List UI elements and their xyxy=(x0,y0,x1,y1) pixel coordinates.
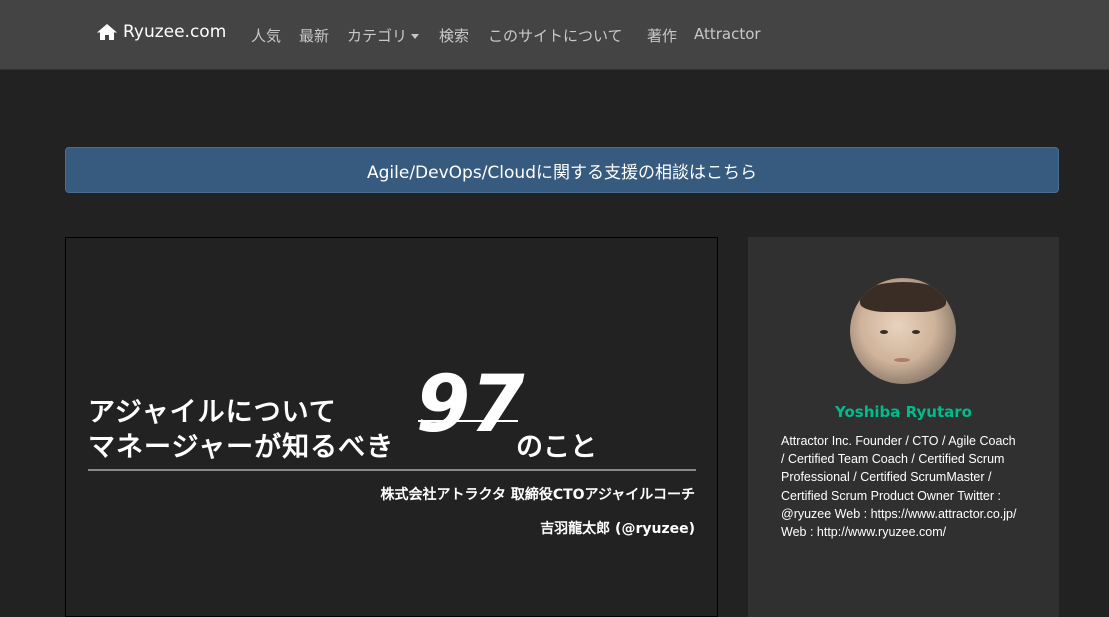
top-navbar: Ryuzee.com 人気 最新 カテゴリ 検索 このサイトについて 著作 At… xyxy=(0,0,1109,70)
nav-item-about[interactable]: このサイトについて xyxy=(488,25,623,46)
profile-bio: Attractor Inc. Founder / CTO / Agile Coa… xyxy=(781,434,1017,540)
nav-item-category[interactable]: カテゴリ xyxy=(347,25,420,46)
nav-item-latest[interactable]: 最新 xyxy=(299,25,329,46)
slide-title-line1: アジャイルについて xyxy=(88,397,337,428)
slide-title-line2: マネージャーが知るべき xyxy=(88,432,395,463)
chevron-down-icon xyxy=(411,34,420,39)
profile-name: Yoshiba Ryutaro xyxy=(835,403,972,421)
slide-title-number: 97 xyxy=(416,360,525,450)
brand-link[interactable]: Ryuzee.com xyxy=(96,22,226,42)
slide-author-title: 株式会社アトラクタ 取締役CTOアジャイルコーチ xyxy=(380,487,696,503)
number-underline xyxy=(418,420,518,422)
slide-title-suffix: のこと xyxy=(516,432,597,463)
nav-item-books[interactable]: 著作 xyxy=(647,25,677,46)
nav-item-popular[interactable]: 人気 xyxy=(251,25,281,46)
brand-text: Ryuzee.com xyxy=(123,22,227,42)
consultation-banner[interactable]: Agile/DevOps/Cloudに関する支援の相談はこちら xyxy=(65,147,1059,193)
nav-item-search[interactable]: 検索 xyxy=(439,25,469,46)
slide-divider xyxy=(88,469,696,471)
profile-card: Yoshiba Ryutaro Attractor Inc. Founder /… xyxy=(748,237,1059,617)
slide-author-name: 吉羽龍太郎 (@ryuzee) xyxy=(540,521,695,537)
home-icon xyxy=(97,24,117,40)
avatar xyxy=(850,278,956,384)
nav-item-attractor[interactable]: Attractor xyxy=(694,25,761,43)
nav-item-category-label: カテゴリ xyxy=(347,27,408,45)
presentation-slide[interactable]: アジャイルについて マネージャーが知るべき 97 のこと 株式会社アトラクタ 取… xyxy=(65,237,718,617)
